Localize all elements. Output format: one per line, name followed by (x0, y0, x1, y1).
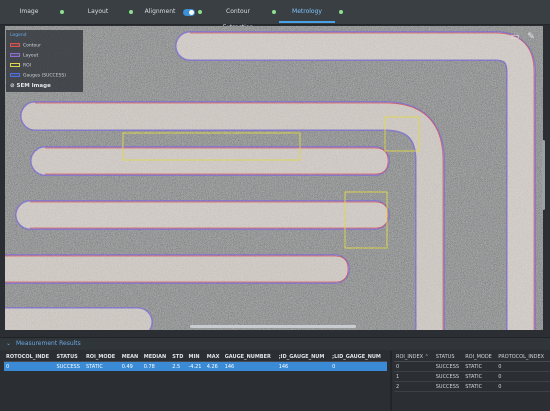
table-cell: 0 (496, 381, 550, 392)
alignment-toggle[interactable] (183, 9, 195, 16)
table-header-row: ROTOCOL_INDE STATUS ROI_MODE MEAN MEDIAN… (4, 352, 387, 362)
column-header[interactable]: GAUGE_NUMBER (222, 352, 277, 362)
table-cell: 146 (222, 361, 277, 371)
column-header[interactable]: MAX (204, 352, 223, 362)
vertical-scrollbar[interactable] (542, 140, 545, 210)
column-header[interactable]: STD (170, 352, 187, 362)
table-cell: STATIC (463, 381, 497, 392)
column-header[interactable]: ;LID_GAUGE_NUM (330, 352, 387, 362)
table-cell: 1 (394, 371, 434, 382)
column-header[interactable]: STATUS (433, 352, 464, 362)
table-cell: STATIC (463, 361, 497, 372)
table-cell: SUCCESS (433, 381, 464, 392)
column-header[interactable]: ;ID_GAUGE_NUM (276, 352, 331, 362)
table-cell: 2.5 (170, 361, 187, 371)
layout-swatch-icon (10, 53, 20, 57)
table-cell: 4.26 (204, 361, 223, 371)
legend-header: Legend (10, 33, 27, 38)
status-dot-icon (272, 10, 276, 14)
table-cell: STATIC (83, 361, 120, 371)
legend-item-contour: Contour (10, 43, 41, 49)
table-cell: 0 (330, 361, 387, 371)
column-header[interactable]: ROI_MODE (83, 352, 120, 362)
workflow-tab-bar: Image Layout Alignment Contour Extractio… (0, 0, 550, 31)
table-cell: SUCCESS (54, 361, 84, 371)
status-dot-icon (339, 10, 343, 14)
column-header[interactable]: PROTOCOL_INDEX (496, 352, 550, 362)
column-header[interactable]: ROI_INDEX ⌃ (394, 352, 434, 362)
tab-alignment-status (198, 4, 202, 20)
chevron-down-icon[interactable]: ⌄ (6, 338, 11, 350)
table-cell: SUCCESS (433, 361, 464, 372)
tab-image[interactable]: Image (0, 4, 64, 20)
table-cell: 0.49 (119, 361, 142, 371)
status-dot-icon (60, 10, 64, 14)
table-header-row: ROI_INDEX ⌃ STATUS ROI_MODE PROTOCOL_IND… (394, 352, 550, 362)
tab-layout[interactable]: Layout (68, 4, 133, 20)
measurement-results-table: ROTOCOL_INDE STATUS ROI_MODE MEAN MEDIAN… (4, 352, 387, 371)
measurement-results-header[interactable]: ⌄ Measurement Results (0, 337, 550, 350)
table-row[interactable]: 1 SUCCESS STATIC 0 (394, 371, 550, 382)
table-cell: 0 (496, 361, 550, 372)
table-cell: 146 (276, 361, 331, 371)
column-header[interactable]: ROI_MODE (463, 352, 497, 362)
sort-arrow-icon: ⌃ (424, 353, 429, 360)
sem-image-label: ⊘ SEM Image (10, 83, 51, 89)
column-header[interactable]: STATUS (54, 352, 84, 362)
column-header[interactable]: MEDIAN (141, 352, 171, 362)
roi-swatch-icon (10, 63, 20, 67)
table-cell: STATIC (463, 371, 497, 382)
horizontal-scrollbar[interactable] (190, 325, 356, 328)
status-dot-icon (129, 10, 133, 14)
table-cell: 0 (496, 371, 550, 382)
tab-alignment[interactable]: Alignment (140, 4, 180, 20)
column-header[interactable]: MIN (186, 352, 205, 362)
legend-item-layout: Layout (10, 53, 38, 59)
legend-item-gauges: Gauges (SUCCESS) (10, 73, 66, 79)
table-cell: 0 (394, 361, 434, 372)
pencil-icon[interactable]: ✎ (525, 31, 537, 43)
tab-metrology[interactable]: Metrology (279, 4, 343, 23)
table-row[interactable]: 0 SUCCESS STATIC 0.49 0.78 2.5 -4.21 4.2… (4, 361, 387, 371)
gauge-swatch-icon (10, 73, 20, 77)
tab-contour-extraction[interactable]: Contour Extraction (210, 4, 276, 31)
sem-image-canvas (5, 26, 543, 330)
table-cell: -4.21 (186, 361, 205, 371)
table-row[interactable]: 0 SUCCESS STATIC 0 (394, 361, 550, 372)
table-cell: 0.78 (141, 361, 171, 371)
table-cell: 0 (4, 361, 55, 371)
roi-results-table: ROI_INDEX ⌃ STATUS ROI_MODE PROTOCOL_IND… (394, 352, 550, 392)
table-row[interactable]: 2 SUCCESS STATIC 0 (394, 381, 550, 392)
comment-icon[interactable]: ▭ (509, 31, 521, 43)
sem-image-viewer[interactable]: ▭ ✎ (5, 26, 543, 330)
status-dot-icon (198, 10, 202, 14)
contour-swatch-icon (10, 43, 20, 47)
panel-splitter[interactable] (390, 351, 392, 411)
table-cell: 2 (394, 381, 434, 392)
column-header[interactable]: MEAN (119, 352, 142, 362)
table-cell: SUCCESS (433, 371, 464, 382)
legend-item-roi: ROI (10, 63, 31, 69)
column-header[interactable]: ROTOCOL_INDE (4, 352, 55, 362)
